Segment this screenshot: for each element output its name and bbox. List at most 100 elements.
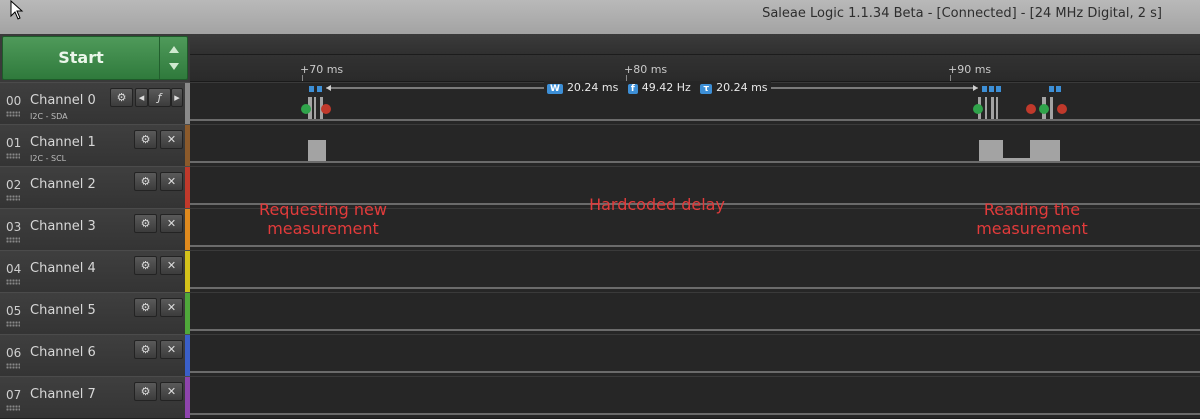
- gear-icon[interactable]: ⚙: [134, 340, 157, 359]
- channel-row[interactable]: 05 Channel 5 ⚙ ✕: [0, 292, 190, 335]
- channel-row[interactable]: 01 Channel 1 I2C - SCL ⚙ ✕: [0, 124, 190, 167]
- close-icon[interactable]: ✕: [160, 298, 183, 317]
- drag-grip-icon[interactable]: [6, 111, 20, 117]
- channel-analyzer-label: I2C - SDA: [30, 112, 68, 121]
- channel-number: 03: [6, 220, 22, 234]
- gear-icon[interactable]: ⚙: [134, 256, 157, 275]
- channel-name[interactable]: Channel 2: [30, 177, 96, 192]
- signal-baseline: [190, 413, 1200, 415]
- channel-number: 07: [6, 388, 22, 402]
- channel-number: 00: [6, 94, 22, 108]
- tick-mark: [302, 75, 303, 81]
- trigger-edge-icon[interactable]: ƒ: [148, 88, 171, 107]
- channel-name[interactable]: Channel 3: [30, 219, 96, 234]
- start-button[interactable]: Start: [2, 36, 188, 80]
- channel-number: 01: [6, 136, 22, 150]
- channel-row[interactable]: 00 Channel 0 I2C - SDA ⚙ ◂ ƒ ▸: [0, 82, 190, 125]
- arrow-down-icon: [169, 63, 179, 70]
- i2c-start-marker: [1039, 104, 1049, 114]
- close-icon[interactable]: ✕: [160, 172, 183, 191]
- trigger-next-icon[interactable]: ▸: [171, 88, 183, 107]
- channel-number: 05: [6, 304, 22, 318]
- channel-name[interactable]: Channel 5: [30, 303, 96, 318]
- signal-pulse: [314, 97, 316, 119]
- gear-icon[interactable]: ⚙: [134, 130, 157, 149]
- signal-baseline: [190, 119, 1200, 121]
- drag-grip-icon[interactable]: [6, 153, 20, 159]
- i2c-stop-marker: [1026, 104, 1036, 114]
- annotation-requesting: Requesting new measurement: [259, 200, 387, 238]
- i2c-start-marker: [973, 104, 983, 114]
- close-icon[interactable]: ✕: [160, 256, 183, 275]
- freq-badge: f: [627, 84, 638, 94]
- channel-name[interactable]: Channel 0: [30, 93, 96, 108]
- channel-lane[interactable]: [190, 250, 1200, 293]
- channel-name[interactable]: Channel 4: [30, 261, 96, 276]
- i2c-stop-marker: [1057, 104, 1067, 114]
- close-icon[interactable]: ✕: [160, 340, 183, 359]
- trigger-prev-icon[interactable]: ◂: [135, 88, 148, 107]
- start-options-arrows[interactable]: [159, 37, 187, 79]
- gear-icon[interactable]: ⚙: [134, 172, 157, 191]
- window-title: Saleae Logic 1.1.34 Beta - [Connected] -…: [762, 6, 1162, 21]
- freq-value: 49.42 Hz: [641, 81, 691, 94]
- drag-grip-icon[interactable]: [6, 363, 20, 369]
- tick-label: +80 ms: [624, 63, 668, 76]
- close-icon[interactable]: ✕: [160, 130, 183, 149]
- channel-name[interactable]: Channel 1: [30, 135, 96, 150]
- channel-number: 06: [6, 346, 22, 360]
- signal-baseline: [190, 161, 1200, 163]
- channel-name[interactable]: Channel 6: [30, 345, 96, 360]
- gear-icon[interactable]: ⚙: [134, 298, 157, 317]
- channel-number: 04: [6, 262, 22, 276]
- waveform-area[interactable]: +70 ms +80 ms +90 ms W 20.24 ms f 49.42 Hz…: [190, 34, 1200, 419]
- time-ruler[interactable]: +70 ms +80 ms +90 ms: [190, 55, 1200, 82]
- signal-pulse: [996, 97, 998, 119]
- signal-pulse: [308, 140, 326, 161]
- period-badge: τ: [700, 84, 713, 94]
- channel-lane[interactable]: [190, 124, 1200, 167]
- tick-label: +90 ms: [948, 63, 992, 76]
- channel-number: 02: [6, 178, 22, 192]
- channel-lane[interactable]: [190, 376, 1200, 419]
- drag-grip-icon[interactable]: [6, 405, 20, 411]
- period-value: 20.24 ms: [716, 81, 768, 94]
- arrow-up-icon: [169, 46, 179, 53]
- signal-pulse: [1030, 140, 1060, 161]
- annotation-delay: Hardcoded delay: [589, 195, 725, 214]
- signal-baseline: [190, 245, 1200, 247]
- signal-pulse: [985, 97, 987, 119]
- signal-baseline: [190, 287, 1200, 289]
- channel-row[interactable]: 06 Channel 6 ⚙ ✕: [0, 334, 190, 377]
- signal-pulse: [1050, 97, 1053, 119]
- gear-icon[interactable]: ⚙: [110, 88, 133, 107]
- tick-label: +70 ms: [300, 63, 344, 76]
- annotation-reading: Reading the measurement: [976, 200, 1088, 238]
- channel-analyzer-label: I2C - SCL: [30, 154, 67, 163]
- close-icon[interactable]: ✕: [160, 214, 183, 233]
- width-badge: W: [547, 84, 563, 94]
- channel-name[interactable]: Channel 7: [30, 387, 96, 402]
- i2c-stop-marker: [321, 104, 331, 114]
- signal-pulse: [1003, 158, 1030, 161]
- drag-grip-icon[interactable]: [6, 195, 20, 201]
- channel-lane[interactable]: [190, 334, 1200, 377]
- tick-mark: [950, 75, 951, 81]
- drag-grip-icon[interactable]: [6, 279, 20, 285]
- channel-lane[interactable]: [190, 292, 1200, 335]
- signal-baseline: [190, 371, 1200, 373]
- drag-grip-icon[interactable]: [6, 237, 20, 243]
- close-icon[interactable]: ✕: [160, 382, 183, 401]
- signal-pulse: [979, 140, 1003, 161]
- channel-row[interactable]: 02 Channel 2 ⚙ ✕: [0, 166, 190, 209]
- gear-icon[interactable]: ⚙: [134, 214, 157, 233]
- channel-row[interactable]: 03 Channel 3 ⚙ ✕: [0, 208, 190, 251]
- gear-icon[interactable]: ⚙: [134, 382, 157, 401]
- drag-grip-icon[interactable]: [6, 321, 20, 327]
- channel-row[interactable]: 07 Channel 7 ⚙ ✕: [0, 376, 190, 419]
- i2c-start-marker: [301, 104, 311, 114]
- width-value: 20.24 ms: [566, 81, 619, 94]
- channel-row[interactable]: 04 Channel 4 ⚙ ✕: [0, 250, 190, 293]
- start-button-label: Start: [58, 48, 104, 67]
- measurement-readout: W 20.24 ms f 49.42 Hz τ 20.24 ms: [544, 81, 771, 94]
